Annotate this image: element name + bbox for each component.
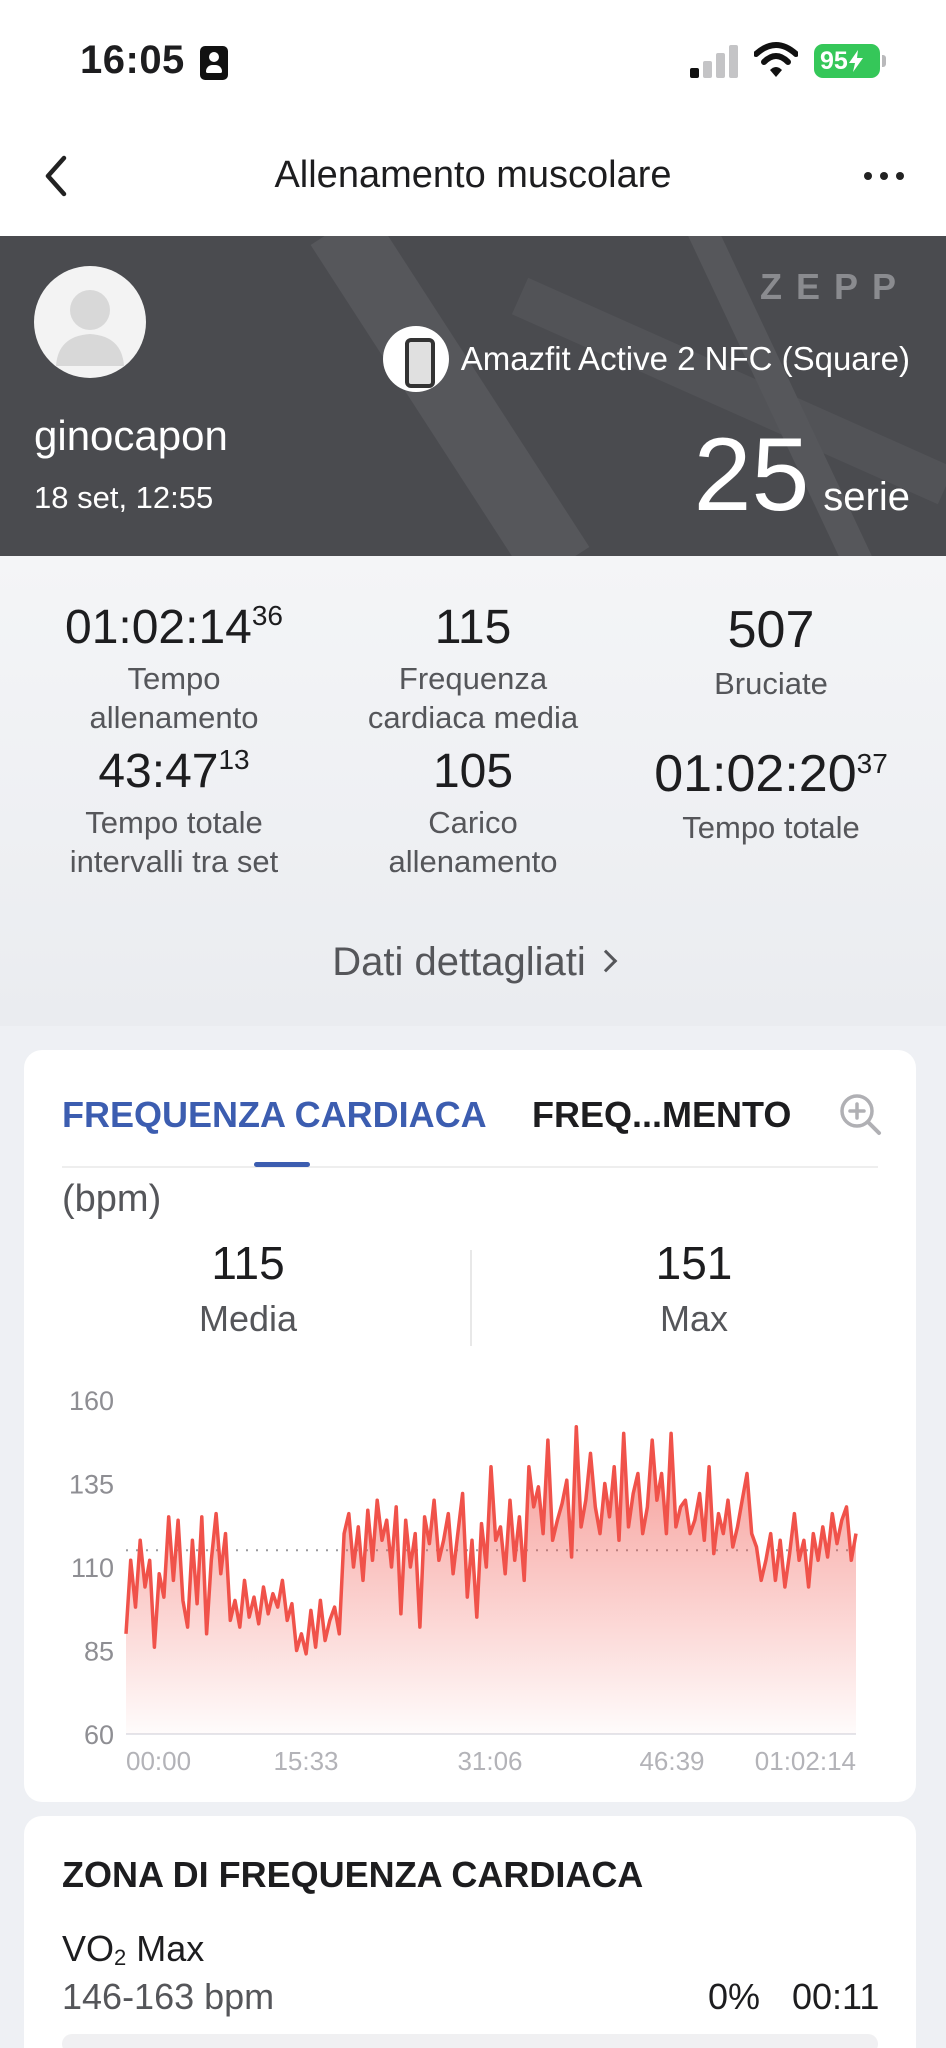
stat-value-hundredths: 13 [218,744,250,775]
max-label: Max [659,1298,728,1339]
watch-icon [382,326,449,392]
zone-percent: 0% [708,1976,761,2017]
username: ginocapon [34,412,228,459]
y-tick-label: 160 [69,1386,114,1416]
avg-heart-rate-summary: 115 Media [48,1236,448,1340]
stat-label: Tempo totale intervalli tra set [69,805,279,879]
chevron-right-icon [594,949,618,973]
zone-range: 146-163 bpm [62,1976,275,2017]
detailed-data-link[interactable]: Dati dettagliati [0,940,946,985]
max-value: 151 [655,1237,733,1289]
avg-value: 115 [211,1237,285,1289]
sets-count: 25 serie [694,416,910,535]
stat-value: 01:02:14 [65,601,252,654]
zone-card-title: ZONA DI FREQUENZA CARDIACA [62,1854,644,1895]
stat-label: Bruciate [714,666,828,701]
zone-progress-bar [62,2034,878,2048]
stat-value-hundredths: 36 [251,600,283,631]
charging-bolt-icon [848,50,863,72]
status-bar: 16:05 95 [0,0,946,120]
stat-label: Frequenza cardiaca media [367,661,579,735]
summary-divider [470,1250,472,1346]
person-silhouette-icon [56,290,124,366]
contact-card-icon [200,46,228,80]
max-heart-rate-summary: 151 Max [494,1236,894,1340]
heart-rate-card: FREQUENZA CARDIACA FREQ...MENTO (bpm) 11… [24,1050,916,1802]
zone-name-subscript: 2 [114,1945,127,1970]
avg-label: Media [198,1298,298,1339]
stat-rest-time: 43:4713 Tempo totale intervalli tra set [24,744,324,881]
active-tab-indicator [254,1162,310,1167]
more-options-button[interactable] [860,164,910,188]
device-name: Amazfit Active 2 NFC (Square) [460,340,910,377]
stat-value: 01:02:20 [654,745,857,803]
sets-unit: serie [823,475,910,519]
zepp-logo: ZEPP [759,266,910,307]
zone-time: 00:11 [792,1976,880,2017]
zoom-in-icon[interactable] [838,1092,882,1136]
stat-total-time: 01:02:2037 Tempo totale [621,744,921,847]
unit-label: (bpm) [62,1178,162,1220]
y-tick-label: 135 [69,1470,114,1500]
stat-value-hundredths: 37 [856,748,888,779]
y-tick-label: 110 [71,1553,114,1583]
tab-heart-rate[interactable]: FREQUENZA CARDIACA [62,1094,487,1136]
battery-level: 95 [820,46,848,75]
zone-name-prefix: VO [62,1928,115,1969]
stat-value: 105 [432,745,514,798]
sets-value: 25 [693,417,810,533]
stat-value: 507 [727,601,815,659]
status-time: 16:05 [80,38,185,82]
stat-label: Tempo totale [682,810,860,845]
x-tick-label: 46:39 [639,1746,704,1776]
wifi-icon [754,42,798,77]
avatar[interactable] [34,266,146,378]
x-tick-label: 15:33 [273,1746,338,1776]
stat-label: Tempo allenamento [89,661,259,735]
heart-rate-zone-card: ZONA DI FREQUENZA CARDIACA VO2 Max 146-1… [24,1816,916,2048]
stat-value: 115 [434,601,512,654]
workout-stats: 01:02:1436 Tempo allenamento 115 Frequen… [0,556,946,1026]
stat-value: 43:47 [98,745,219,798]
workout-date: 18 set, 12:55 [34,480,214,515]
detailed-data-label: Dati dettagliati [332,940,586,984]
battery-indicator: 95 [814,44,886,78]
zone-name-suffix: Max [126,1928,205,1969]
stat-label: Carico allenamento [388,805,558,879]
tab-frequency-training[interactable]: FREQ...MENTO [532,1094,791,1136]
cellular-signal-icon [690,44,740,78]
stat-training-load: 105 Carico allenamento [323,744,623,881]
tab-divider [62,1166,878,1168]
stat-avg-heart-rate: 115 Frequenza cardiaca media [323,600,623,737]
x-tick-label: 31:06 [457,1746,522,1776]
device-info: Amazfit Active 2 NFC (Square) [382,326,910,392]
page-title: Allenamento muscolare [274,154,672,196]
y-tick-label: 85 [84,1637,114,1667]
x-tick-label: 00:00 [126,1746,191,1776]
zone-name: VO2 Max [62,1928,204,1971]
heart-rate-chart[interactable]: 160 135 110 85 60 00:00 15:33 31:06 46:39 01:02:1… [24,1370,916,1790]
x-tick-label: 01:02:14 [755,1746,856,1776]
stat-calories: 507 Bruciate [621,600,921,703]
workout-header: ginocapon 18 set, 12:55 ZEPP Amazfit Act… [0,236,946,556]
stat-training-time: 01:02:1436 Tempo allenamento [24,600,324,737]
navigation-bar: Allenamento muscolare [0,120,946,236]
y-tick-label: 60 [84,1720,114,1750]
